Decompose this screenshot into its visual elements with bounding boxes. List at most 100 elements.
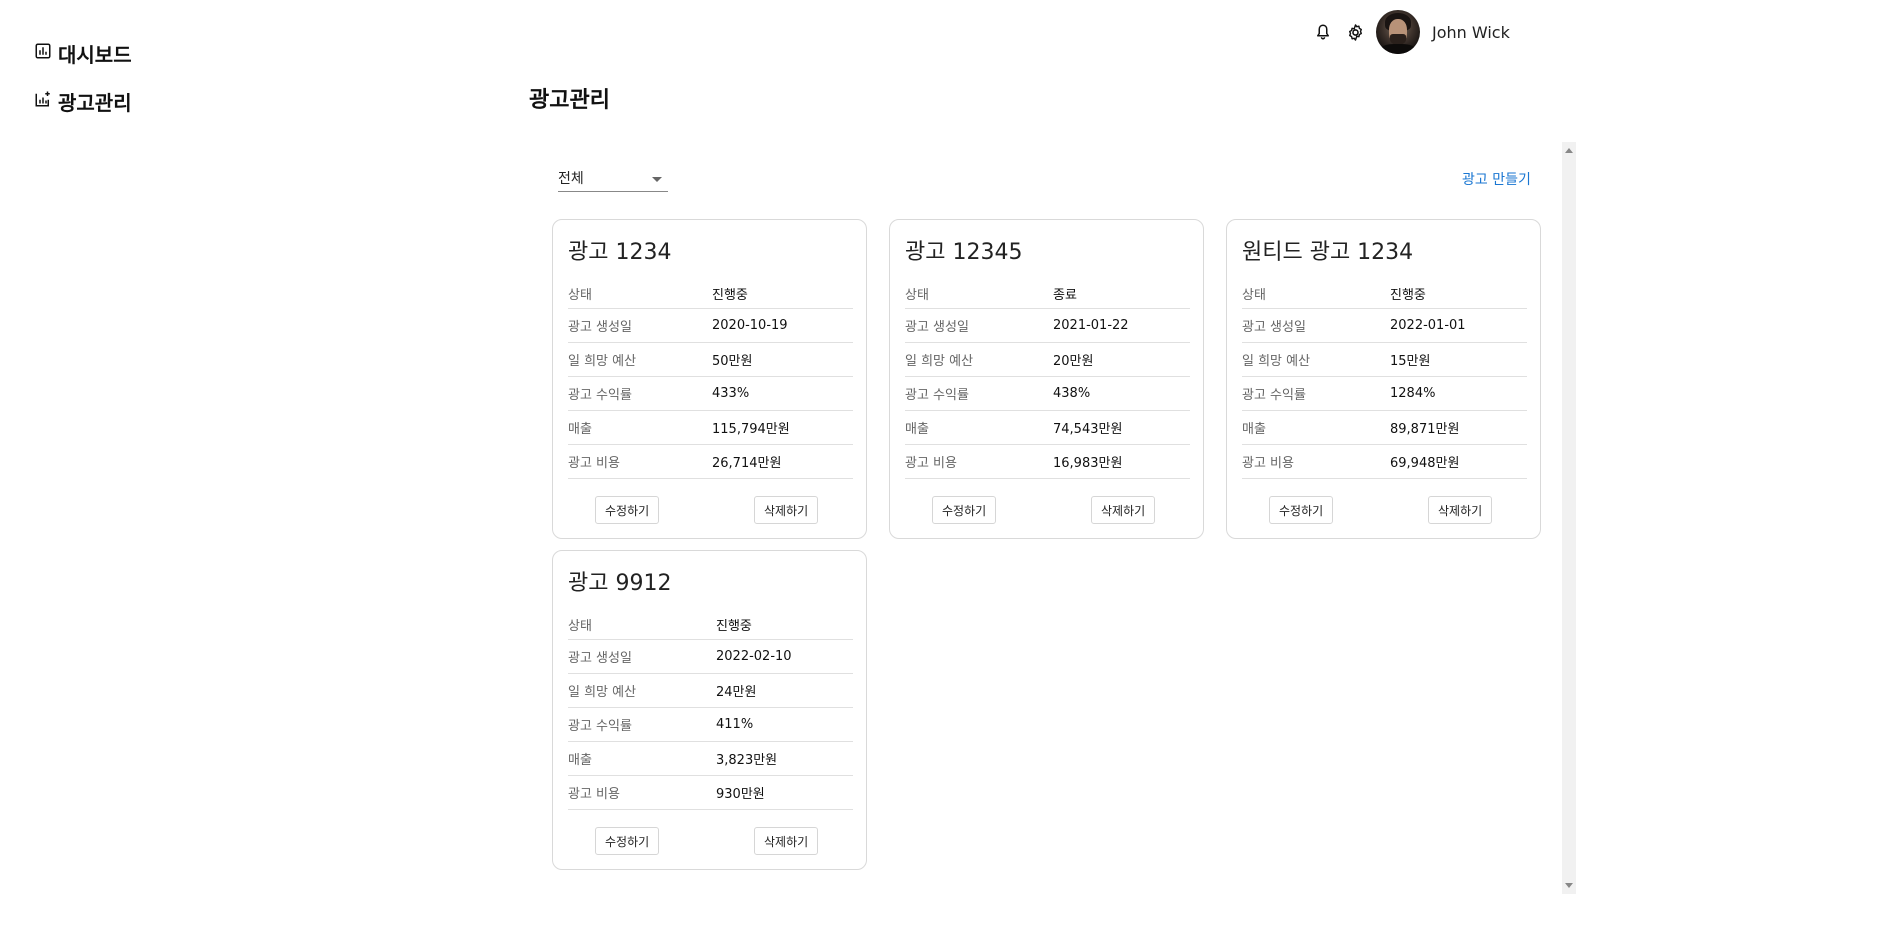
detail-row-roas: 광고 수익률 438% [905, 377, 1190, 411]
detail-value: 2022-02-10 [716, 649, 792, 664]
detail-row-cost: 광고 비용 69,948만원 [1242, 445, 1527, 479]
gear-icon[interactable] [1344, 21, 1366, 43]
edit-button[interactable]: 수정하기 [1269, 496, 1334, 524]
detail-value: 진행중 [716, 618, 752, 634]
sidebar-item-label: 광고관리 [58, 90, 132, 115]
detail-label: 매출 [905, 422, 929, 437]
detail-value: 411% [716, 717, 754, 732]
ad-card: 광고 9912 상태 진행중 광고 생성일 2022-02-10 일 희망 예산 24… [552, 550, 867, 870]
detail-label: 광고 수익률 [1242, 388, 1306, 403]
detail-row-sales: 매출 74,543만원 [905, 411, 1190, 445]
detail-value: 15만원 [1390, 354, 1431, 369]
detail-value: 2020-10-19 [712, 318, 788, 333]
ad-card: 광고 1234 상태 진행중 광고 생성일 2020-10-19 일 희망 예산 50… [552, 219, 867, 539]
detail-row-cost: 광고 비용 930만원 [568, 776, 853, 810]
detail-row-budget: 일 희망 예산 15만원 [1242, 343, 1527, 377]
add-chart-icon [34, 90, 52, 112]
detail-row-roas: 광고 수익률 433% [568, 377, 853, 411]
detail-value: 2022-01-01 [1390, 318, 1466, 333]
ad-card-details: 상태 진행중 광고 생성일 2022-01-01 일 희망 예산 15만원 광고 수익… [1242, 278, 1527, 479]
detail-value: 69,948만원 [1390, 456, 1460, 471]
sidebar-item-dashboard[interactable]: 대시보드 [34, 38, 132, 68]
detail-row-roas: 광고 수익률 411% [568, 708, 853, 742]
delete-button[interactable]: 삭제하기 [1428, 496, 1493, 524]
detail-value: 26,714만원 [712, 456, 782, 471]
detail-label: 광고 비용 [568, 456, 620, 471]
detail-row-roas: 광고 수익률 1284% [1242, 377, 1527, 411]
detail-label: 일 희망 예산 [1242, 354, 1311, 369]
detail-row-sales: 매출 89,871만원 [1242, 411, 1527, 445]
detail-value: 3,823만원 [716, 753, 778, 768]
detail-value: 930만원 [716, 787, 765, 802]
sidebar: 대시보드 광고관리 [34, 38, 132, 134]
detail-value: 1284% [1390, 386, 1436, 401]
detail-label: 광고 생성일 [905, 320, 969, 335]
ad-card-details: 상태 종료 광고 생성일 2021-01-22 일 희망 예산 20만원 광고 수익률… [905, 278, 1190, 479]
scroll-up-arrow-icon[interactable] [1565, 148, 1573, 153]
detail-label: 광고 생성일 [568, 320, 632, 335]
detail-label: 일 희망 예산 [568, 354, 637, 369]
detail-value: 2021-01-22 [1053, 318, 1129, 333]
bell-icon[interactable] [1312, 21, 1334, 43]
top-bar: John Wick [1312, 10, 1510, 54]
detail-row-status: 상태 진행중 [1242, 278, 1527, 309]
detail-row-created: 광고 생성일 2020-10-19 [568, 309, 853, 343]
detail-value: 50만원 [712, 354, 753, 369]
create-ad-link[interactable]: 광고 만들기 [1462, 169, 1531, 189]
detail-label: 상태 [905, 287, 929, 303]
detail-label: 광고 비용 [568, 787, 620, 802]
detail-value: 433% [712, 386, 750, 401]
detail-row-created: 광고 생성일 2021-01-22 [905, 309, 1190, 343]
detail-value: 438% [1053, 386, 1091, 401]
bar-chart-icon [34, 42, 52, 64]
ad-card-details: 상태 진행중 광고 생성일 2022-02-10 일 희망 예산 24만원 광고 수익… [568, 609, 853, 810]
detail-value: 종료 [1053, 287, 1077, 303]
scroll-down-arrow-icon[interactable] [1565, 883, 1573, 888]
detail-label: 매출 [568, 422, 592, 437]
ad-card-title: 광고 9912 [568, 571, 672, 596]
detail-label: 매출 [1242, 422, 1266, 437]
detail-label: 매출 [568, 753, 592, 768]
detail-value: 89,871만원 [1390, 422, 1460, 437]
detail-row-budget: 일 희망 예산 20만원 [905, 343, 1190, 377]
edit-button[interactable]: 수정하기 [932, 496, 997, 524]
avatar[interactable] [1376, 10, 1420, 54]
detail-label: 광고 비용 [1242, 456, 1294, 471]
detail-row-status: 상태 진행중 [568, 278, 853, 309]
detail-row-status: 상태 종료 [905, 278, 1190, 309]
delete-button[interactable]: 삭제하기 [754, 496, 819, 524]
ad-card-title: 광고 1234 [568, 240, 672, 265]
chevron-down-icon [652, 177, 662, 182]
detail-row-budget: 일 희망 예산 24만원 [568, 674, 853, 708]
detail-row-cost: 광고 비용 26,714만원 [568, 445, 853, 479]
sidebar-item-label: 대시보드 [58, 42, 132, 67]
edit-button[interactable]: 수정하기 [595, 827, 660, 855]
detail-value: 16,983만원 [1053, 456, 1123, 471]
detail-label: 상태 [568, 618, 592, 634]
ad-card: 원티드 광고 1234 상태 진행중 광고 생성일 2022-01-01 일 희망 … [1226, 219, 1541, 539]
delete-button[interactable]: 삭제하기 [1091, 496, 1156, 524]
delete-button[interactable]: 삭제하기 [754, 827, 819, 855]
detail-value: 20만원 [1053, 354, 1094, 369]
user-name[interactable]: John Wick [1432, 23, 1510, 42]
page-title: 광고관리 [529, 88, 610, 113]
scrollbar[interactable] [1562, 142, 1576, 894]
ad-card-title: 광고 12345 [905, 240, 1023, 265]
status-filter-select[interactable]: 전체 [558, 166, 668, 192]
detail-row-created: 광고 생성일 2022-01-01 [1242, 309, 1527, 343]
detail-label: 광고 생성일 [1242, 320, 1306, 335]
sidebar-item-ad-management[interactable]: 광고관리 [34, 86, 132, 116]
edit-button[interactable]: 수정하기 [595, 496, 660, 524]
detail-row-sales: 매출 3,823만원 [568, 742, 853, 776]
detail-label: 광고 비용 [905, 456, 957, 471]
ad-card-details: 상태 진행중 광고 생성일 2020-10-19 일 희망 예산 50만원 광고 수익… [568, 278, 853, 479]
detail-value: 진행중 [1390, 287, 1426, 303]
detail-label: 일 희망 예산 [905, 354, 974, 369]
detail-label: 일 희망 예산 [568, 685, 637, 700]
ad-card: 광고 12345 상태 종료 광고 생성일 2021-01-22 일 희망 예산 20… [889, 219, 1204, 539]
detail-label: 상태 [1242, 287, 1266, 303]
ad-card-title: 원티드 광고 1234 [1242, 240, 1414, 265]
ad-list-panel: 전체 광고 만들기 광고 1234 상태 진행중 광고 생성일 2020-10-19… [540, 142, 1576, 894]
detail-row-status: 상태 진행중 [568, 609, 853, 640]
detail-label: 상태 [568, 287, 592, 303]
